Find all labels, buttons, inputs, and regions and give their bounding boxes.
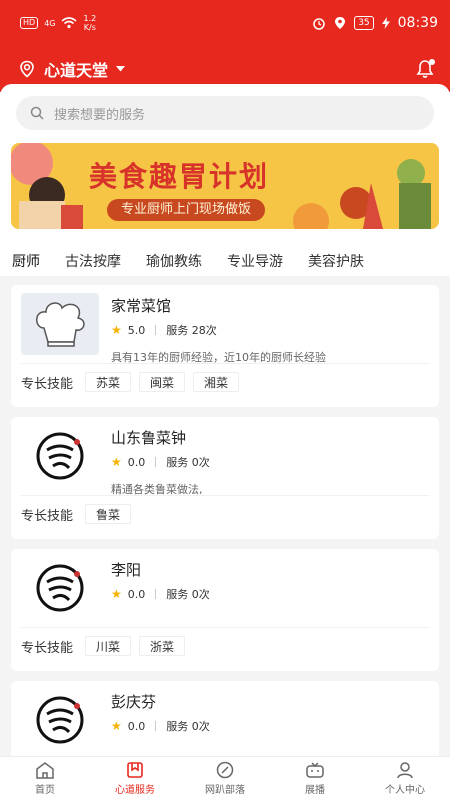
calligraphy-logo-avatar (21, 689, 99, 751)
tabbar-label: 展播 (305, 785, 325, 796)
rating: 0.0 (127, 587, 146, 601)
rating: 0.0 (127, 719, 146, 733)
skills-label: 专长技能 (21, 508, 74, 524)
divider (155, 721, 157, 731)
location-status-icon (335, 17, 346, 29)
search-bar[interactable]: 搜索想要的服务 (16, 96, 434, 130)
service-icon (127, 762, 143, 778)
skills-label: 专长技能 (21, 376, 74, 392)
skills-row: 专长技能 鲁菜 (11, 496, 439, 532)
broadcast-icon (306, 762, 324, 778)
chef-hat-avatar (21, 293, 99, 355)
status-bar: HD 4G 1.2 K/s 35 08:39 (0, 0, 450, 46)
search-placeholder: 搜索想要的服务 (54, 107, 146, 123)
service-count: 服务 0次 (166, 588, 210, 601)
provider-list: 家常菜馆 ★ 5.0 服务 28次 具有13年的厨师经验，近10年的厨师长经验 … (0, 276, 450, 756)
skill-tag: 苏菜 (85, 372, 132, 392)
provider-name: 彭庆芬 (111, 693, 157, 711)
skills-label: 专长技能 (21, 640, 74, 656)
home-icon (36, 762, 54, 779)
banner-subtitle: 专业厨师上门现场做饭 (107, 199, 266, 221)
location-selector[interactable]: 心道天堂 (18, 57, 126, 81)
provider-card[interactable]: 山东鲁菜钟 ★ 0.0 服务 0次 精通各类鲁菜做法, 专长技能 鲁菜 (11, 417, 439, 539)
search-icon (30, 106, 44, 120)
star-icon: ★ (111, 719, 122, 733)
skills-row: 专长技能 川菜 浙菜 (11, 628, 439, 664)
main-content: 搜索想要的服务 美食趣胃计划 专业厨师上门现场做饭 厨师 古法按摩 瑜伽教练 专… (0, 84, 450, 756)
net-speed: 1.2 K/s (83, 14, 97, 32)
tabbar-label: 首页 (35, 785, 55, 796)
provider-name: 家常菜馆 (111, 297, 172, 315)
rating: 0.0 (127, 455, 146, 469)
calligraphy-logo-avatar (21, 557, 99, 619)
service-count: 服务 0次 (166, 456, 210, 469)
user-icon (397, 762, 413, 779)
service-count: 服务 28次 (166, 324, 217, 337)
tabbar-profile[interactable]: 个人中心 (360, 757, 450, 800)
provider-card[interactable]: 李阳 ★ 0.0 服务 0次 专长技能 川菜 浙菜 (11, 549, 439, 671)
rating: 5.0 (127, 323, 146, 337)
divider (155, 457, 157, 467)
clock: 08:39 (397, 15, 438, 31)
provider-card[interactable]: 家常菜馆 ★ 5.0 服务 28次 具有13年的厨师经验，近10年的厨师长经验 … (11, 285, 439, 407)
wifi-icon (61, 17, 78, 29)
provider-name: 山东鲁菜钟 (111, 429, 187, 447)
bottom-tabbar: 首页 心道服务 网趴部落 展播 个人中心 (0, 756, 450, 800)
tabbar-label: 网趴部落 (205, 785, 245, 796)
star-icon: ★ (111, 587, 122, 601)
skill-tag: 闽菜 (139, 372, 186, 392)
location-pin-icon (20, 60, 34, 78)
tabbar-tribe[interactable]: 网趴部落 (180, 757, 270, 800)
divider (155, 589, 157, 599)
signal-indicator: 4G (44, 18, 56, 28)
tabbar-broadcast[interactable]: 展播 (270, 757, 360, 800)
chevron-down-icon (116, 66, 126, 72)
provider-desc: 具有13年的厨师经验，近10年的厨师长经验 (111, 351, 326, 364)
notification-dot (429, 59, 435, 65)
skill-tag: 浙菜 (139, 636, 186, 656)
tribe-icon (216, 761, 234, 779)
location-name: 心道天堂 (44, 61, 109, 80)
promo-banner[interactable]: 美食趣胃计划 专业厨师上门现场做饭 (11, 143, 439, 229)
skill-tag: 川菜 (85, 636, 132, 656)
calligraphy-logo-avatar (21, 425, 99, 487)
star-icon: ★ (111, 455, 122, 469)
charging-icon (381, 17, 390, 29)
divider (155, 325, 157, 335)
provider-name: 李阳 (111, 561, 142, 579)
hd-badge: HD (20, 17, 39, 29)
star-icon: ★ (111, 323, 122, 337)
battery-indicator: 35 (354, 16, 374, 30)
provider-desc: 精通各类鲁菜做法, (111, 483, 203, 496)
alarm-icon (313, 18, 325, 30)
skill-tag: 湘菜 (193, 372, 240, 392)
provider-card[interactable]: 彭庆芬 ★ 0.0 服务 0次 (11, 681, 439, 756)
tabbar-service[interactable]: 心道服务 (90, 757, 180, 800)
tabbar-home[interactable]: 首页 (0, 757, 90, 800)
banner-title: 美食趣胃计划 (89, 160, 270, 193)
tabbar-label: 个人中心 (385, 785, 425, 796)
skills-row: 专长技能 苏菜 闽菜 湘菜 (11, 364, 439, 400)
notification-button[interactable] (414, 58, 436, 80)
skill-tag: 鲁菜 (85, 504, 132, 524)
service-count: 服务 0次 (166, 720, 210, 733)
tabbar-label: 心道服务 (115, 785, 155, 796)
